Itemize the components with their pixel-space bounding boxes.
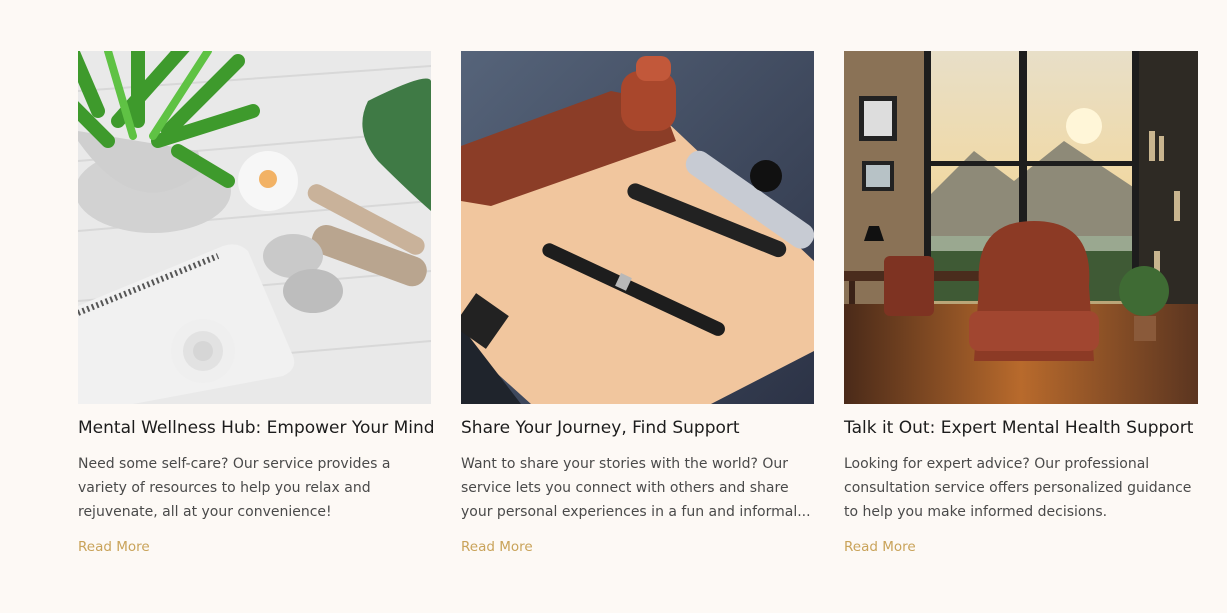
read-more-link[interactable]: Read More	[844, 539, 916, 555]
consultation-room-image[interactable]	[844, 51, 1198, 404]
service-cards-grid: Mental Wellness Hub: Empower Your Mind N…	[78, 51, 1198, 555]
card-title: Mental Wellness Hub: Empower Your Mind	[78, 418, 435, 438]
read-more-link[interactable]: Read More	[461, 539, 533, 555]
card-title: Share Your Journey, Find Support	[461, 418, 740, 438]
pen-and-paper-image[interactable]	[461, 51, 814, 404]
read-more-link[interactable]: Read More	[78, 539, 150, 555]
card-title: Talk it Out: Expert Mental Health Suppor…	[844, 418, 1194, 438]
card-description: Want to share your stories with the worl…	[461, 456, 811, 520]
service-card-journey: Share Your Journey, Find Support Want to…	[461, 51, 814, 555]
card-description: Looking for expert advice? Our professio…	[844, 456, 1192, 520]
wellness-still-life-image[interactable]	[78, 51, 431, 404]
service-card-talk: Talk it Out: Expert Mental Health Suppor…	[844, 51, 1198, 555]
service-card-wellness: Mental Wellness Hub: Empower Your Mind N…	[78, 51, 435, 555]
card-description: Need some self-care? Our service provide…	[78, 456, 391, 520]
